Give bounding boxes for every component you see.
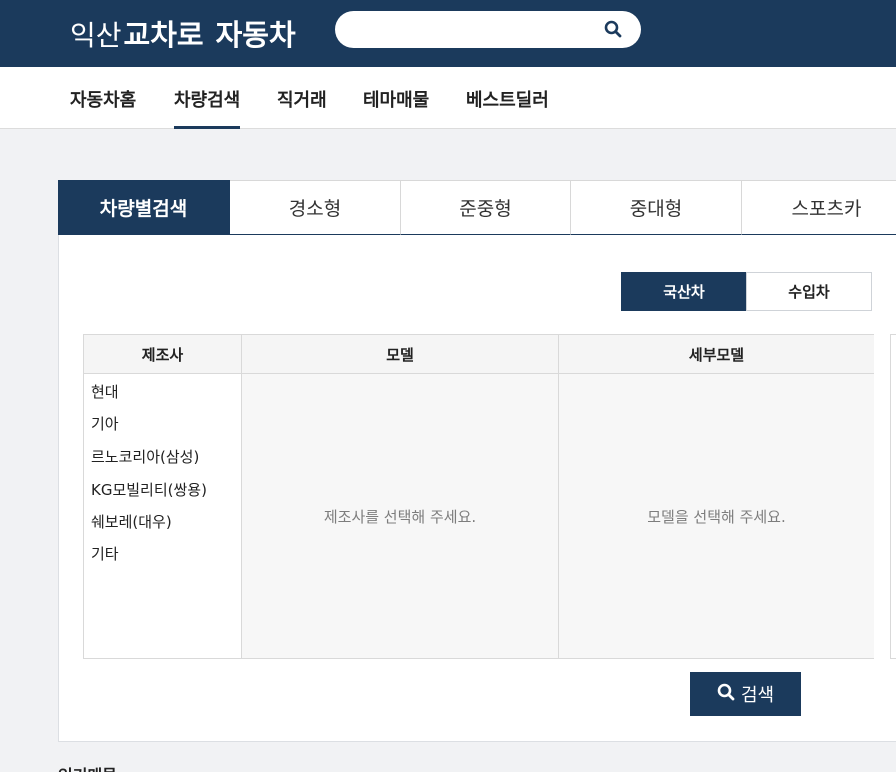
site-header: 익산 교차로 자동차	[0, 0, 896, 67]
category-tabs: 차량별검색 경소형 준중형 중대형 스포츠카	[58, 180, 896, 235]
main-nav: 자동차홈 차량검색 직거래 테마매물 베스트딜러	[0, 67, 896, 129]
nav-item-car-search[interactable]: 차량검색	[174, 86, 241, 129]
maker-column: 제조사 현대 기아 르노코리아(삼성) KG모빌리티(쌍용) 쉐보레(대우) 기…	[84, 335, 241, 658]
submodel-column: 세부모델 모델을 선택해 주세요.	[558, 335, 874, 658]
model-list[interactable]: 제조사를 선택해 주세요.	[242, 374, 558, 658]
logo-part-3: 자동차	[215, 18, 296, 52]
model-placeholder: 제조사를 선택해 주세요.	[323, 507, 477, 526]
site-logo[interactable]: 익산 교차로 자동차	[70, 12, 296, 52]
maker-item[interactable]: 기타	[91, 543, 119, 564]
imported-car-toggle[interactable]: 수입차	[746, 272, 872, 311]
maker-item[interactable]: KG모빌리티(쌍용)	[91, 479, 207, 500]
submodel-placeholder: 모델을 선택해 주세요.	[647, 507, 786, 526]
section-title-popular-listings: 인기매물	[58, 762, 117, 772]
maker-item[interactable]: 현대	[91, 381, 119, 402]
logo-part-1: 익산	[70, 19, 122, 52]
search-icon	[717, 683, 735, 706]
maker-item[interactable]: 쉐보레(대우)	[91, 511, 172, 532]
tab-semi-mid[interactable]: 준중형	[401, 180, 571, 235]
search-icon[interactable]	[604, 20, 622, 42]
header-search-box	[335, 11, 641, 48]
logo-part-2: 교차로	[123, 18, 204, 52]
maker-list: 현대 기아 르노코리아(삼성) KG모빌리티(쌍용) 쉐보레(대우) 기타	[84, 374, 241, 658]
submodel-column-header: 세부모델	[559, 335, 874, 374]
nav-item-car-home[interactable]: 자동차홈	[70, 86, 136, 112]
next-column-edge	[890, 334, 896, 659]
maker-item[interactable]: 르노코리아(삼성)	[91, 446, 199, 467]
model-column-header: 모델	[242, 335, 558, 374]
nav-item-theme-listings[interactable]: 테마매물	[363, 86, 429, 112]
domestic-car-toggle[interactable]: 국산차	[621, 272, 747, 311]
nav-item-best-dealer[interactable]: 베스트딜러	[466, 86, 549, 112]
tab-compact[interactable]: 경소형	[230, 180, 401, 235]
tab-mid-large[interactable]: 중대형	[571, 180, 742, 235]
vehicle-selector: 제조사 현대 기아 르노코리아(삼성) KG모빌리티(쌍용) 쉐보레(대우) 기…	[83, 334, 874, 659]
maker-item[interactable]: 기아	[91, 413, 119, 434]
model-column: 모델 제조사를 선택해 주세요.	[241, 335, 558, 658]
search-button-label: 검색	[740, 685, 775, 706]
maker-column-header: 제조사	[84, 335, 241, 374]
search-button[interactable]: 검색	[690, 672, 801, 716]
tab-sports-car[interactable]: 스포츠카	[742, 180, 896, 235]
header-search-input[interactable]	[351, 17, 591, 42]
submodel-list[interactable]: 모델을 선택해 주세요.	[559, 374, 874, 658]
tab-by-vehicle[interactable]: 차량별검색	[58, 180, 230, 235]
nav-item-direct-trade[interactable]: 직거래	[277, 86, 327, 112]
